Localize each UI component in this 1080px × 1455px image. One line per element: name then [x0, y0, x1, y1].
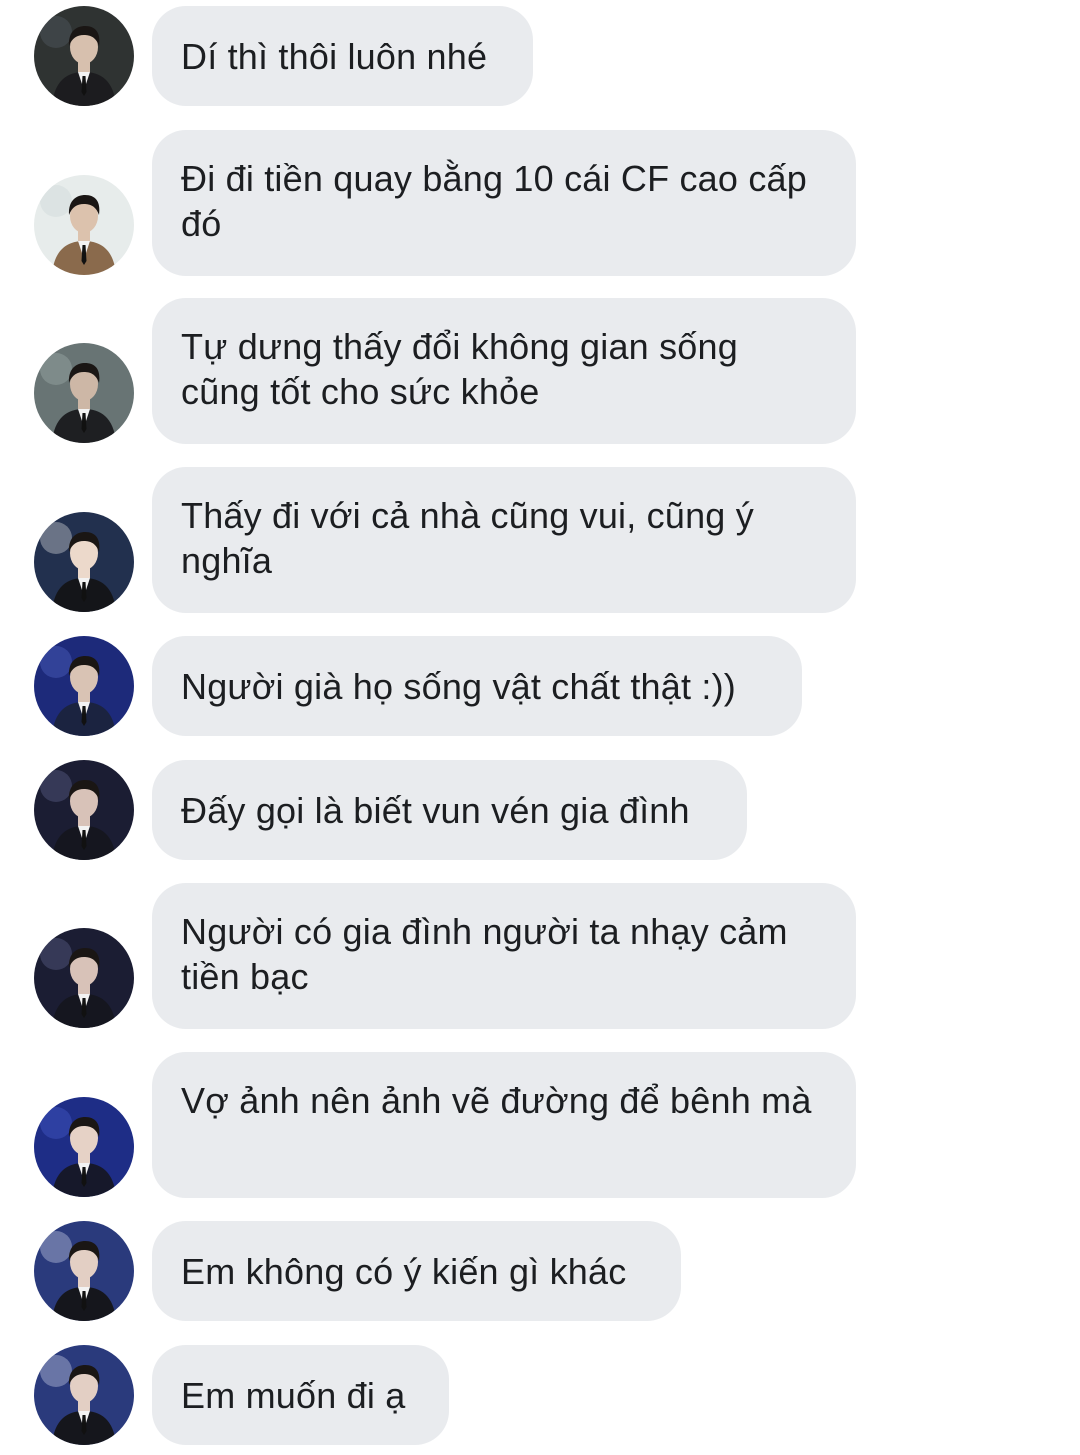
- avatar[interactable]: [34, 512, 134, 612]
- avatar-photo: [34, 1345, 134, 1445]
- avatar-photo: [34, 512, 134, 612]
- avatar[interactable]: [34, 760, 134, 860]
- avatar-light: [40, 938, 72, 970]
- message-text: Đi đi tiền quay bằng 10 cái CF cao cấp đ…: [181, 158, 807, 244]
- message-bubble[interactable]: Người già họ sống vật chất thật :)): [152, 636, 802, 736]
- avatar[interactable]: [34, 1097, 134, 1197]
- message-text: Người già họ sống vật chất thật :)): [181, 666, 736, 707]
- avatar[interactable]: [34, 1221, 134, 1321]
- message-bubble[interactable]: Đi đi tiền quay bằng 10 cái CF cao cấp đ…: [152, 130, 856, 276]
- avatar-photo: [34, 343, 134, 443]
- avatar[interactable]: [34, 636, 134, 736]
- message-text: Thấy đi với cả nhà cũng vui, cũng ý nghĩ…: [181, 495, 754, 581]
- avatar-photo: [34, 760, 134, 860]
- avatar[interactable]: [34, 343, 134, 443]
- avatar-light: [40, 353, 72, 385]
- message-text: Đấy gọi là biết vun vén gia đình: [181, 790, 690, 831]
- avatar-light: [40, 646, 72, 678]
- avatar[interactable]: [34, 6, 134, 106]
- message-text: Em không có ý kiến gì khác: [181, 1251, 627, 1292]
- message-bubble[interactable]: Đấy gọi là biết vun vén gia đình: [152, 760, 747, 860]
- avatar-light: [40, 16, 72, 48]
- avatar-photo: [34, 6, 134, 106]
- message-text: Em muốn đi ạ: [181, 1375, 406, 1416]
- message-bubble[interactable]: Người có gia đình người ta nhạy cảm tiền…: [152, 883, 856, 1029]
- avatar[interactable]: [34, 175, 134, 275]
- message-bubble[interactable]: Dí thì thôi luôn nhé: [152, 6, 533, 106]
- avatar[interactable]: [34, 1345, 134, 1445]
- avatar-photo: [34, 636, 134, 736]
- avatar-light: [40, 1107, 72, 1139]
- message-bubble[interactable]: Em không có ý kiến gì khác: [152, 1221, 681, 1321]
- avatar-photo: [34, 928, 134, 1028]
- message-bubble[interactable]: Tự dưng thấy đổi không gian sống cũng tố…: [152, 298, 856, 444]
- avatar-light: [40, 185, 72, 217]
- message-bubble[interactable]: Vợ ảnh nên ảnh vẽ đường để bênh mà: [152, 1052, 856, 1198]
- avatar-light: [40, 770, 72, 802]
- avatar-light: [40, 1355, 72, 1387]
- avatar[interactable]: [34, 928, 134, 1028]
- message-text: Người có gia đình người ta nhạy cảm tiền…: [181, 911, 788, 997]
- message-text: Vợ ảnh nên ảnh vẽ đường để bênh mà: [181, 1080, 812, 1121]
- avatar-photo: [34, 175, 134, 275]
- message-bubble[interactable]: Thấy đi với cả nhà cũng vui, cũng ý nghĩ…: [152, 467, 856, 613]
- avatar-photo: [34, 1221, 134, 1321]
- avatar-light: [40, 1231, 72, 1263]
- avatar-photo: [34, 1097, 134, 1197]
- avatar-light: [40, 522, 72, 554]
- message-text: Tự dưng thấy đổi không gian sống cũng tố…: [181, 326, 738, 412]
- message-bubble[interactable]: Em muốn đi ạ: [152, 1345, 449, 1445]
- message-text: Dí thì thôi luôn nhé: [181, 36, 488, 77]
